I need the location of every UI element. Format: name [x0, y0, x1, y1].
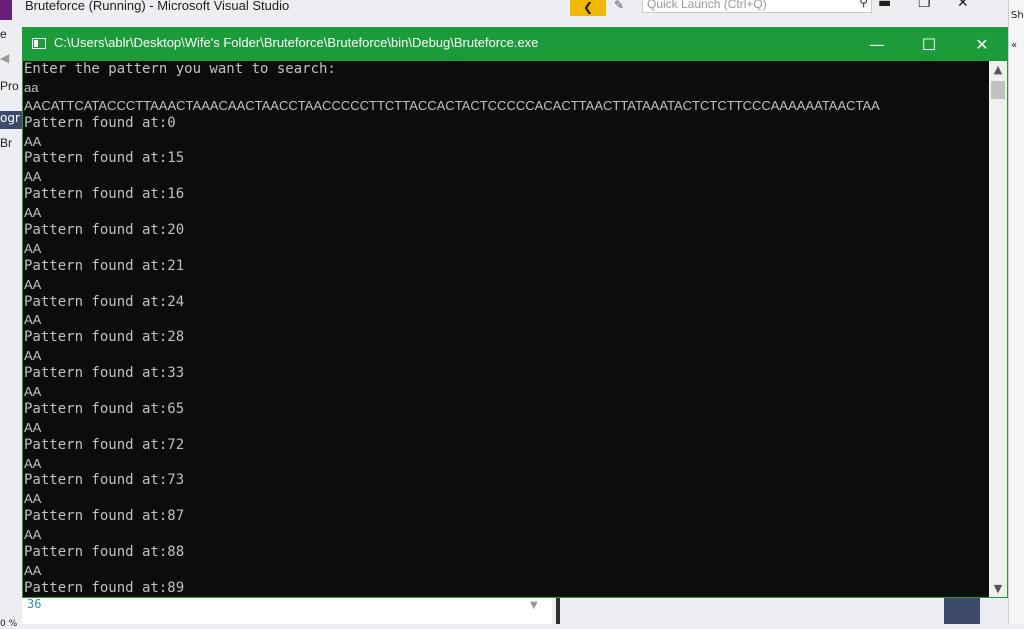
console-line: Pattern found at:65: [24, 400, 185, 417]
console-line: Pattern found at:89: [24, 579, 185, 596]
console-line: AA: [24, 491, 42, 507]
collapse-icon[interactable]: «: [1011, 40, 1017, 51]
console-line: AA: [24, 169, 42, 185]
vs-minimize-icon[interactable]: ▬: [878, 0, 891, 11]
console-line: AA: [24, 455, 42, 471]
console-line: Pattern found at:15: [24, 150, 185, 167]
vs-side-tab[interactable]: [944, 598, 980, 624]
console-line: AA: [24, 276, 42, 292]
quick-launch-placeholder: Quick Launch (Ctrl+Q): [647, 0, 767, 11]
console-line: AA: [24, 562, 42, 578]
notification-flag-button[interactable]: ❮: [570, 0, 606, 16]
console-line: Pattern found at:33: [24, 365, 185, 382]
zoom-level[interactable]: 0 %: [0, 619, 17, 629]
vs-titlebar: Bruteforce (Running) - Microsoft Visual …: [0, 0, 1024, 27]
vs-restore-icon[interactable]: ❐: [918, 0, 931, 11]
vs-left-panel: e ◀ Pro ogr Br: [0, 27, 22, 627]
feedback-icon[interactable]: ✎: [614, 0, 624, 12]
back-icon[interactable]: ◀: [0, 51, 9, 65]
vs-left-selected[interactable]: ogr: [0, 111, 22, 129]
console-line: AACATTCATACCCTTAAACTAAACAACTAACCTAACCCCC…: [24, 97, 880, 113]
console-scrollbar[interactable]: ▲ ▼: [989, 61, 1007, 597]
console-output[interactable]: Enter the pattern you want to search: aa A…: [23, 61, 989, 597]
console-line: Pattern found at:28: [24, 329, 185, 346]
console-line: Pattern found at:21: [24, 257, 185, 274]
vs-left-fragment: Br: [0, 136, 12, 150]
maximize-button[interactable]: ☐: [904, 28, 954, 61]
console-line: AA: [24, 419, 42, 435]
visual-studio-logo-icon: [0, 0, 12, 20]
console-line: AA: [24, 312, 42, 328]
vs-window-title: Bruteforce (Running) - Microsoft Visual …: [25, 0, 290, 13]
console-line: Pattern found at:20: [24, 222, 185, 239]
console-line: Pattern found at:16: [24, 186, 185, 203]
console-titlebar[interactable]: C:\Users\ablr\Desktop\Wife's Folder\Brut…: [23, 28, 1007, 61]
console-line: AA: [24, 527, 42, 543]
editor-scroll-down-icon[interactable]: ▼: [530, 600, 538, 611]
line-number: 36: [27, 597, 42, 611]
console-line: aa: [24, 79, 39, 95]
console-line: AA: [24, 348, 42, 364]
console-line: Enter the pattern you want to search:: [24, 61, 336, 77]
console-window: C:\Users\ablr\Desktop\Wife's Folder\Brut…: [22, 27, 1008, 598]
minimize-button[interactable]: —: [852, 28, 902, 61]
console-line: AA: [24, 205, 42, 221]
console-app-icon[interactable]: [32, 38, 46, 49]
console-line: Pattern found at:73: [24, 472, 185, 489]
console-line: Pattern found at:87: [24, 508, 185, 525]
vs-right-panel: Shar «: [1008, 0, 1024, 624]
scroll-up-icon[interactable]: ▲: [989, 63, 1007, 76]
console-line: AA: [24, 240, 42, 256]
console-line: AA: [24, 133, 42, 149]
console-line: Pattern found at:88: [24, 544, 185, 561]
vs-right-fragment: Shar: [1011, 10, 1024, 21]
editor-divider: [556, 598, 560, 624]
scrollbar-thumb[interactable]: [991, 81, 1005, 99]
search-icon: ⚲: [859, 0, 868, 9]
vs-left-fragment: Pro: [0, 79, 19, 93]
console-title: C:\Users\ablr\Desktop\Wife's Folder\Brut…: [54, 35, 539, 50]
vs-close-icon[interactable]: ✕: [957, 0, 969, 11]
console-line: Pattern found at:72: [24, 436, 185, 453]
vs-left-fragment: e: [0, 27, 7, 41]
console-line: AA: [24, 384, 42, 400]
close-button[interactable]: ✕: [957, 28, 1007, 61]
console-line: Pattern found at:24: [24, 293, 185, 310]
code-editor[interactable]: [22, 598, 552, 624]
scroll-down-icon[interactable]: ▼: [989, 582, 1007, 595]
quick-launch-input[interactable]: Quick Launch (Ctrl+Q) ⚲: [642, 0, 872, 13]
console-line: Pattern found at:0: [24, 114, 176, 131]
